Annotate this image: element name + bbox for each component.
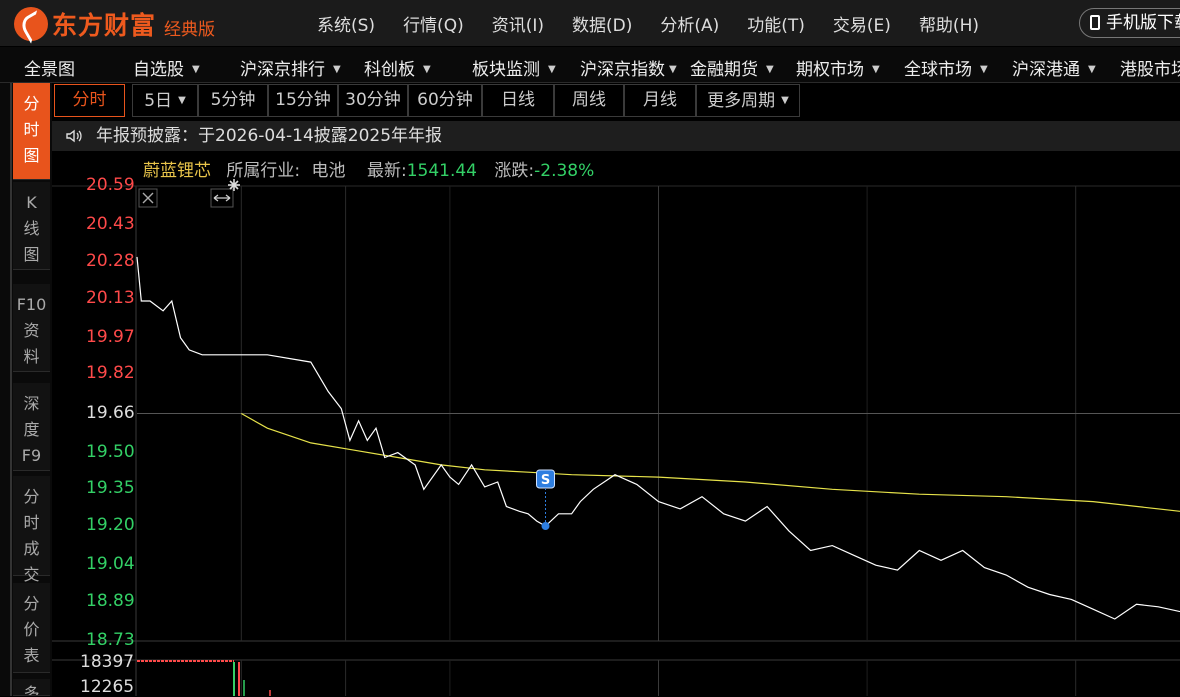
price-tick-label: 20.13: [86, 287, 135, 308]
volume-tick-label: 12265: [80, 677, 135, 697]
volume-panel: [137, 660, 271, 696]
price-tick-label: 20.59: [86, 175, 135, 195]
marker-dot: [541, 522, 550, 531]
price-tick-label: 18.89: [86, 590, 135, 611]
average-price-line: [241, 412, 1180, 512]
price-tick-label: 18.73: [86, 630, 135, 650]
horizontal-resize-icon[interactable]: [213, 194, 231, 202]
marker-label: S: [541, 473, 550, 488]
intraday-chart[interactable]: S: [0, 0, 1180, 696]
close-icon[interactable]: [142, 192, 154, 204]
signal-marker[interactable]: S: [536, 469, 556, 531]
chart-grid: [52, 185, 1180, 696]
volume-tick-label: 18397: [80, 652, 135, 672]
price-tick-label: 20.43: [86, 214, 135, 235]
price-tick-label: 19.50: [86, 441, 135, 462]
price-tick-label: 19.66: [86, 402, 135, 423]
price-tick-label: 20.28: [86, 250, 135, 271]
chart-tools: [138, 179, 240, 208]
price-tick-label: 19.82: [86, 363, 135, 384]
price-tick-label: 19.35: [86, 478, 135, 499]
price-tick-label: 19.97: [86, 326, 135, 347]
price-tick-label: 19.20: [86, 515, 135, 536]
price-tick-label: 19.04: [86, 554, 135, 575]
